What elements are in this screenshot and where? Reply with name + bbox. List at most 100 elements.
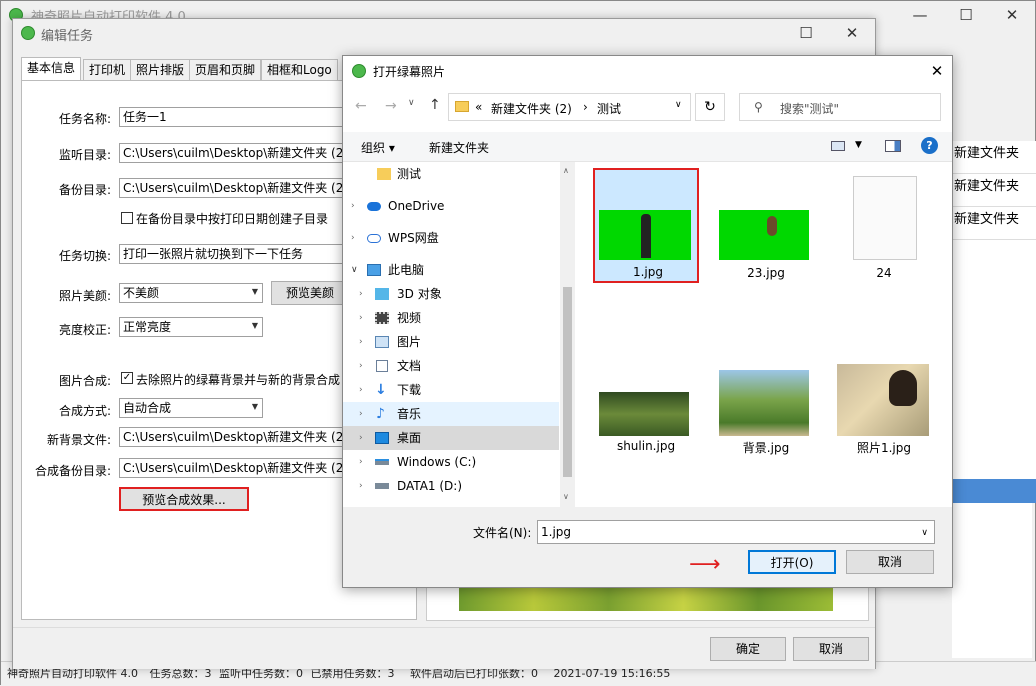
forward-arrow-icon[interactable]: →	[385, 98, 397, 114]
tab-header-footer[interactable]: 页眉和页脚	[189, 59, 262, 81]
address-bar[interactable]: « 新建文件夹 (2) › 测试 ∨	[448, 93, 691, 121]
chevron-right-icon[interactable]: ›	[359, 378, 363, 402]
list-item[interactable]: 新建文件夹	[952, 174, 1036, 207]
search-placeholder: 搜索"测试"	[780, 102, 840, 116]
scroll-up-icon[interactable]: ∧	[563, 166, 569, 175]
date-subdir-label: 在备份目录中按打印日期创建子目录	[136, 212, 329, 226]
preview-beauty-button[interactable]: 预览美颜	[271, 281, 349, 305]
backup-dir-input[interactable]: C:\Users\cuilm\Desktop\新建文件夹 (2)\	[119, 178, 343, 198]
view-options-icon[interactable]	[831, 141, 845, 151]
chevron-right-icon[interactable]: ›	[359, 354, 363, 378]
ok-button[interactable]: 确定	[710, 637, 786, 661]
close-icon[interactable]: ✕	[923, 58, 951, 84]
new-folder-button[interactable]: 新建文件夹	[429, 139, 489, 156]
refresh-icon[interactable]: ↻	[695, 93, 725, 121]
recent-chevron-icon[interactable]: ∨	[408, 98, 415, 108]
thumbnail	[837, 364, 929, 436]
file-item[interactable]: 照片1.jpg	[831, 364, 937, 485]
monitor-dir-input[interactable]: C:\Users\cuilm\Desktop\新建文件夹 (2)\	[119, 143, 343, 163]
preview-pane-icon[interactable]	[885, 140, 901, 152]
task-name-input[interactable]: 任务一1	[119, 107, 343, 127]
help-icon[interactable]: ?	[921, 137, 938, 154]
preview-area	[952, 503, 1032, 658]
file-item[interactable]: 1.jpg	[593, 168, 699, 283]
chevron-right-icon[interactable]: ›	[359, 450, 363, 474]
chevron-right-icon[interactable]: ›	[359, 426, 363, 450]
chevron-right-icon[interactable]: ›	[359, 306, 363, 330]
nav-item-this-pc[interactable]: ∨ 此电脑	[343, 258, 559, 282]
compose-checkbox[interactable]: ✓	[121, 372, 133, 384]
beauty-select[interactable]: 不美颜 ▼	[119, 283, 263, 303]
new-bg-input[interactable]: C:\Users\cuilm\Desktop\新建文件夹 (2)\	[119, 427, 343, 447]
back-arrow-icon[interactable]: ←	[355, 98, 367, 114]
breadcrumb-current[interactable]: 测试	[597, 100, 621, 117]
minimize-button[interactable]: —	[897, 1, 943, 31]
nav-item-documents[interactable]: › 文档	[343, 354, 559, 378]
nav-scrollbar[interactable]: ∧ ∨	[560, 162, 575, 507]
file-item[interactable]: 背景.jpg	[713, 370, 819, 485]
chevron-down-icon[interactable]: ∨	[921, 523, 928, 543]
music-note-icon: ♪	[376, 406, 385, 422]
scroll-thumb[interactable]	[563, 287, 572, 477]
file-item[interactable]: 23.jpg	[713, 168, 819, 283]
nav-item-pictures[interactable]: › 图片	[343, 330, 559, 354]
nav-item-videos[interactable]: › 视频	[343, 306, 559, 330]
breadcrumb-overflow[interactable]: «	[475, 100, 482, 114]
nav-item-music[interactable]: › ♪ 音乐	[343, 402, 559, 426]
tab-frame-logo[interactable]: 相框和Logo	[261, 59, 338, 81]
nav-item-drive-c[interactable]: › Windows (C:)	[343, 450, 559, 474]
maximize-button[interactable]: ☐	[943, 1, 989, 31]
file-item[interactable]: 24	[831, 168, 937, 283]
nav-label: 图片	[397, 335, 422, 349]
task-switch-select[interactable]: 打印一张照片就切换到下一下任务	[119, 244, 343, 264]
compose-backup-input[interactable]: C:\Users\cuilm\Desktop\新建文件夹 (2)\	[119, 458, 343, 478]
nav-item-onedrive[interactable]: › OneDrive	[343, 194, 559, 218]
list-item[interactable]: 新建文件夹	[952, 141, 1036, 174]
chevron-right-icon[interactable]: ›	[351, 194, 355, 218]
brightness-label: 亮度校正:	[58, 323, 111, 337]
brightness-select[interactable]: 正常亮度 ▼	[119, 317, 263, 337]
scroll-down-icon[interactable]: ∨	[563, 492, 569, 501]
chevron-right-icon[interactable]: ›	[359, 330, 363, 354]
date-subdir-checkbox[interactable]	[121, 212, 133, 224]
tab-photo-layout[interactable]: 照片排版	[130, 59, 191, 81]
file-grid: 1.jpg 23.jpg 24 shulin.jpg 背景.jpg 照片1.jp…	[577, 162, 952, 507]
close-button[interactable]: ✕	[829, 19, 875, 49]
dialog-cancel-button[interactable]: 取消	[846, 550, 934, 574]
task-switch-label: 任务切换:	[58, 249, 111, 263]
nav-item-wps[interactable]: › WPS网盘	[343, 226, 559, 250]
nav-item-drive-d[interactable]: › DATA1 (D:)	[343, 474, 559, 498]
chevron-down-icon[interactable]: ∨	[351, 258, 358, 282]
nav-label: 3D 对象	[397, 287, 442, 301]
close-button[interactable]: ✕	[989, 1, 1035, 31]
view-chevron-icon[interactable]: ▼	[855, 140, 862, 150]
file-item[interactable]: shulin.jpg	[593, 370, 699, 485]
filename-input[interactable]: 1.jpg ∨	[537, 520, 935, 544]
preview-compose-button[interactable]: 预览合成效果...	[119, 487, 249, 511]
nav-item-test[interactable]: 测试	[343, 162, 559, 186]
navigation-pane: 测试 › OneDrive › WPS网盘 ∨ 此电脑 › 3D 对象 › 视频	[343, 162, 575, 507]
file-name: 1.jpg	[632, 265, 664, 279]
breadcrumb-parent[interactable]: 新建文件夹 (2)	[491, 100, 572, 117]
bird-figure	[767, 216, 777, 236]
nav-item-desktop[interactable]: › 桌面	[343, 426, 559, 450]
tab-basic-info[interactable]: 基本信息	[21, 57, 82, 81]
list-item[interactable]: 新建文件夹	[952, 207, 1036, 240]
chevron-right-icon[interactable]: ›	[359, 402, 363, 426]
maximize-button[interactable]: ☐	[783, 19, 829, 49]
compose-label: 图片合成:	[58, 374, 111, 388]
up-arrow-icon[interactable]: ↑	[429, 97, 441, 113]
brightness-value: 正常亮度	[123, 320, 172, 334]
organize-button[interactable]: 组织 ▾	[361, 139, 395, 156]
open-button[interactable]: 打开(O)	[748, 550, 836, 574]
nav-item-downloads[interactable]: › ↓ 下载	[343, 378, 559, 402]
chevron-right-icon[interactable]: ›	[351, 226, 355, 250]
chevron-down-icon[interactable]: ∨	[675, 100, 682, 110]
chevron-right-icon[interactable]: ›	[359, 282, 363, 306]
chevron-right-icon[interactable]: ›	[359, 474, 363, 498]
search-input[interactable]: ⚲ 搜索"测试"	[739, 93, 941, 121]
tab-printer[interactable]: 打印机	[83, 59, 132, 81]
compose-mode-select[interactable]: 自动合成 ▼	[119, 398, 263, 418]
nav-item-3d-objects[interactable]: › 3D 对象	[343, 282, 559, 306]
cancel-button[interactable]: 取消	[793, 637, 869, 661]
